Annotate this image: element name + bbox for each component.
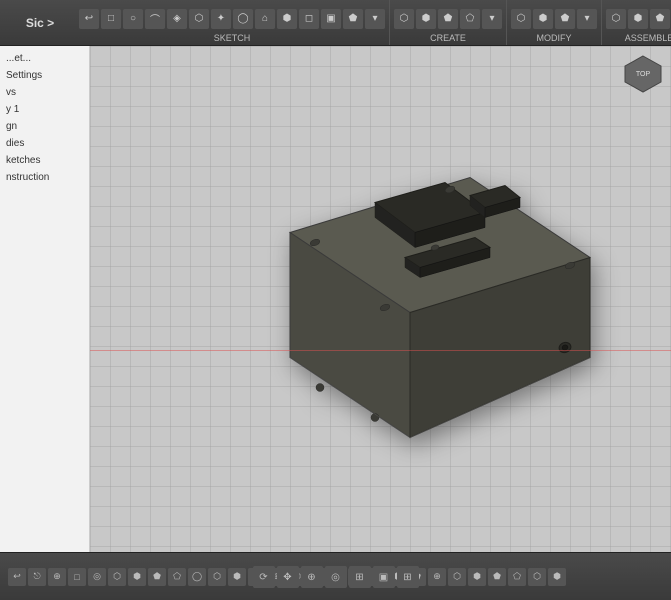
bottom-icon-1[interactable]: ↩ <box>8 568 26 586</box>
toolbar-modify-section: ⬡ ⬢ ⬟ ▾ MODIFY <box>507 0 602 45</box>
bottom-icon-27[interactable]: ⬡ <box>528 568 546 586</box>
bottom-icon-28[interactable]: ⬢ <box>548 568 566 586</box>
pan-icon[interactable]: ✥ <box>277 566 299 588</box>
create-icon1[interactable]: ⬡ <box>394 9 414 29</box>
top-toolbar: Sic > ↩ □ ○ ⌒ ◈ ⬡ ✦ ◯ ⌂ ⬢ ◻ ▣ ⬟ ▾ SKETCH <box>0 0 671 46</box>
toolbar-sketch-section: ↩ □ ○ ⌒ ◈ ⬡ ✦ ◯ ⌂ ⬢ ◻ ▣ ⬟ ▾ SKETCH <box>75 0 390 45</box>
sketch-icon2[interactable]: ⬡ <box>189 9 209 29</box>
bottom-icon-4[interactable]: □ <box>68 568 86 586</box>
view-cube-svg: TOP <box>623 54 663 94</box>
sketch-icon9[interactable]: ⬟ <box>343 9 363 29</box>
bottom-icon-25[interactable]: ⬟ <box>488 568 506 586</box>
sidebar-item-settings[interactable]: Settings <box>0 67 89 84</box>
bottom-icon-23[interactable]: ⬡ <box>448 568 466 586</box>
modify-icon1[interactable]: ⬡ <box>511 9 531 29</box>
create-dropdown[interactable]: ▾ <box>482 9 502 29</box>
modify-icon3[interactable]: ⬟ <box>555 9 575 29</box>
sidebar-item-vs[interactable]: vs <box>0 84 89 101</box>
grid-icon[interactable]: ⊞ <box>397 566 419 588</box>
fit-icon[interactable]: ◎ <box>325 566 347 588</box>
sidebar-item-construction[interactable]: nstruction <box>0 169 89 186</box>
assemble-icon3[interactable]: ⬟ <box>650 9 670 29</box>
sketch-icon1[interactable]: ◈ <box>167 9 187 29</box>
sidebar-item-0[interactable]: ...et... <box>0 50 89 67</box>
bottom-icon-7[interactable]: ⬢ <box>128 568 146 586</box>
sidebar: ...et... Settings vs y 1 gn dies ketches… <box>0 46 90 552</box>
model-svg <box>220 148 600 448</box>
display-icon[interactable]: ▣ <box>373 566 395 588</box>
sketch-icon6[interactable]: ⬢ <box>277 9 297 29</box>
circle-icon[interactable]: ○ <box>123 9 143 29</box>
create-icon2[interactable]: ⬢ <box>416 9 436 29</box>
3d-model <box>220 148 600 451</box>
bottom-icon-2[interactable]: ⎋ <box>28 568 46 586</box>
assemble-icon2[interactable]: ⬢ <box>628 9 648 29</box>
sketch-dropdown[interactable]: ▾ <box>365 9 385 29</box>
sidebar-item-sketches[interactable]: ketches <box>0 152 89 169</box>
bottom-icon-11[interactable]: ⬡ <box>208 568 226 586</box>
sketch-icon7[interactable]: ◻ <box>299 9 319 29</box>
sidebar-item-dies[interactable]: dies <box>0 135 89 152</box>
sketch-icon4[interactable]: ◯ <box>233 9 253 29</box>
bottom-icon-9[interactable]: ⬠ <box>168 568 186 586</box>
modify-icon2[interactable]: ⬢ <box>533 9 553 29</box>
modify-dropdown[interactable]: ▾ <box>577 9 597 29</box>
bottom-icon-10[interactable]: ◯ <box>188 568 206 586</box>
view-icon[interactable]: ⊞ <box>349 566 371 588</box>
bottom-icon-8[interactable]: ⬟ <box>148 568 166 586</box>
bottom-icon-22[interactable]: ⊕ <box>428 568 446 586</box>
sidebar-item-gn[interactable]: gn <box>0 118 89 135</box>
orbit-icon[interactable]: ⟳ <box>253 566 275 588</box>
bottom-icon-3[interactable]: ⊕ <box>48 568 66 586</box>
sketch-icon5[interactable]: ⌂ <box>255 9 275 29</box>
sketch-icon3[interactable]: ✦ <box>211 9 231 29</box>
nav-cluster: ⟳ ✥ ⊕ ◎ ⊞ ▣ ⊞ <box>253 566 419 588</box>
bottom-icon-12[interactable]: ⬢ <box>228 568 246 586</box>
sketch-icon8[interactable]: ▣ <box>321 9 341 29</box>
svg-text:TOP: TOP <box>636 71 651 78</box>
sidebar-item-y1[interactable]: y 1 <box>0 101 89 118</box>
bottom-icon-5[interactable]: ◎ <box>88 568 106 586</box>
bottom-icon-24[interactable]: ⬢ <box>468 568 486 586</box>
viewport[interactable]: TOP <box>90 46 671 552</box>
breadcrumb: Sic > <box>0 0 80 46</box>
view-cube[interactable]: TOP <box>623 54 663 94</box>
bottom-icon-26[interactable]: ⬠ <box>508 568 526 586</box>
create-icon4[interactable]: ⬠ <box>460 9 480 29</box>
toolbar-create-section: ⬡ ⬢ ⬟ ⬠ ▾ CREATE <box>390 0 507 45</box>
zoom-icon[interactable]: ⊕ <box>301 566 323 588</box>
assemble-icon1[interactable]: ⬡ <box>606 9 626 29</box>
undo-icon[interactable]: ↩ <box>79 9 99 29</box>
rectangle-icon[interactable]: □ <box>101 9 121 29</box>
create-icon3[interactable]: ⬟ <box>438 9 458 29</box>
main-area: ...et... Settings vs y 1 gn dies ketches… <box>0 46 671 552</box>
toolbar-assemble-section: ⬡ ⬢ ⬟ ▾ ASSEMBLE <box>602 0 671 45</box>
bottom-icon-6[interactable]: ⬡ <box>108 568 126 586</box>
arc-icon[interactable]: ⌒ <box>145 9 165 29</box>
status-bar: ↩ ⎋ ⊕ □ ◎ ⬡ ⬢ ⬟ ⬠ ◯ ⬡ ⬢ ⬟ ⊕ ⬡ ⬢ ⬟ ⬠ ⬡ ⬢ … <box>0 552 671 600</box>
